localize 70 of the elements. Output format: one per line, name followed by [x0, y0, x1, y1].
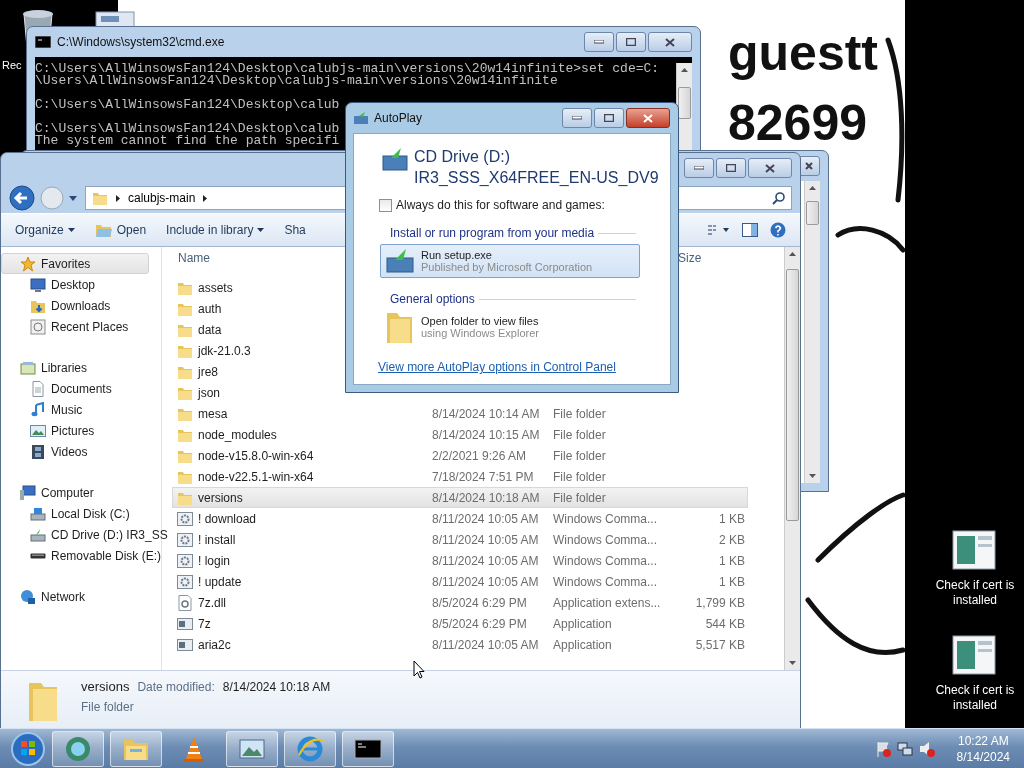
file-type: Windows Comma... — [553, 532, 658, 547]
date-modified: 8/14/2024 10:14 AM — [432, 406, 540, 421]
property-label: Date modified: — [137, 680, 215, 694]
file-name: ! update — [198, 574, 242, 589]
section-heading: General options — [390, 292, 475, 306]
file-name: assets — [198, 280, 233, 295]
file-name: data — [198, 322, 222, 337]
file-size: 1 KB — [719, 511, 745, 526]
file-name: json — [198, 385, 220, 400]
file-name: 7z — [198, 616, 211, 631]
option-title: Run setup.exe — [421, 249, 493, 261]
file-name: ! download — [198, 511, 257, 526]
date-modified: 8/14/2024 10:15 AM — [432, 427, 540, 442]
console-line: C:\Users\AllWinsowsFan124\Desktop\calub — [35, 99, 341, 111]
file-name: ! install — [198, 532, 236, 547]
console-line: C:\Users\AllWinsowsFan124\Desktop\calubjs-main\versions\20w14infinite>set cde=C: — [35, 63, 661, 75]
date-modified: 8/11/2024 10:05 AM — [432, 574, 539, 589]
file-name: 7z.dll — [198, 595, 226, 610]
console-line: The system cannot find the path specifi — [35, 135, 341, 147]
date-modified: 2/2/2021 9:26 AM — [432, 448, 527, 463]
file-name: node-v15.8.0-win-x64 — [198, 448, 314, 463]
file-type: Application — [553, 616, 612, 631]
date-modified: 8/5/2024 6:29 PM — [432, 616, 527, 631]
wallpaper-text: 82699 — [728, 98, 868, 148]
console-line: \Users\AllWinsowsFan124\Desktop\calubjs-main\versions\20w14infinite — [35, 75, 558, 87]
file-size: 5,517 KB — [695, 637, 745, 652]
property-value: 8/14/2024 10:18 AM — [222, 680, 331, 694]
file-name: ! login — [198, 553, 231, 568]
file-type: Windows Comma... — [553, 553, 658, 568]
date-modified: 8/11/2024 10:05 AM — [432, 532, 539, 547]
drive-name: CD Drive (D:) — [414, 147, 511, 167]
section-heading: Install or run program from your media — [390, 226, 595, 240]
file-size: 2 KB — [719, 532, 745, 547]
date-modified: 8/11/2024 10:05 AM — [432, 553, 539, 568]
file-size: 544 KB — [705, 616, 745, 631]
console-line: C:\Users\AllWinsowsFan124\Desktop\calub — [35, 123, 341, 135]
file-type: Application — [553, 637, 612, 652]
item-name: versions — [81, 679, 130, 694]
date-modified: 8/5/2024 6:29 PM — [432, 595, 527, 610]
file-size: 1 KB — [719, 553, 745, 568]
date-modified: 8/11/2024 10:05 AM — [432, 637, 539, 652]
date-modified: 7/18/2024 7:51 PM — [432, 469, 534, 484]
file-name: jre8 — [198, 364, 218, 379]
file-name: node-v22.5.1-win-x64 — [198, 469, 314, 484]
file-size: 1,799 KB — [695, 595, 745, 610]
option-subtitle: Published by Microsoft Corporation — [421, 261, 593, 273]
file-size: 1 KB — [719, 574, 745, 589]
window-title: AutoPlay — [374, 111, 423, 125]
date-modified: 8/14/2024 10:18 AM — [432, 490, 540, 505]
file-name: aria2c — [198, 637, 231, 652]
date-modified: 8/11/2024 10:05 AM — [432, 511, 539, 526]
wallpaper-text: guestt — [728, 28, 878, 78]
file-type: File folder — [553, 448, 606, 463]
file-name: mesa — [198, 406, 228, 421]
file-name: auth — [198, 301, 222, 316]
file-type: File folder — [553, 490, 606, 505]
file-type: Windows Comma... — [553, 574, 658, 589]
file-type: Windows Comma... — [553, 511, 658, 526]
option-subtitle: using Windows Explorer — [421, 327, 539, 339]
file-type: Application extens... — [553, 595, 661, 610]
file-type: File folder — [553, 406, 606, 421]
file-name: jdk-21.0.3 — [198, 343, 251, 358]
volume-label: IR3_SSS_X64FREE_EN-US_DV9 — [414, 168, 659, 188]
window-title: C:\Windows\system32\cmd.exe — [57, 35, 225, 49]
option-title: Open folder to view files — [421, 315, 539, 327]
file-name: node_modules — [198, 427, 277, 442]
file-name: versions — [198, 490, 243, 505]
file-type: File folder — [553, 427, 606, 442]
file-type: File folder — [553, 469, 606, 484]
item-type: File folder — [81, 700, 135, 714]
